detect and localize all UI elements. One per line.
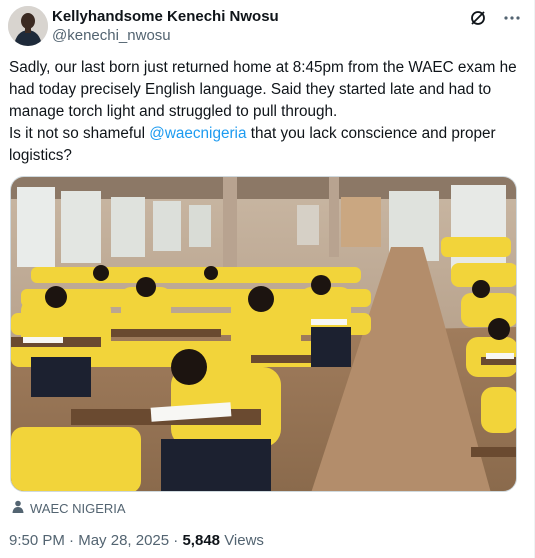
tweet-text-prefix: Is it not so shameful <box>9 125 150 142</box>
media-source[interactable]: WAEC NIGERIA <box>12 500 126 516</box>
views-label: Views <box>224 532 264 549</box>
more-icon[interactable] <box>502 8 522 28</box>
tweet-meta: 9:50 PM · May 28, 2025 · 5,848 Views <box>9 532 264 549</box>
tweet-card: Kellyhandsome Kenechi Nwosu @kenechi_nwo… <box>0 0 535 558</box>
tweet-text: Sadly, our last born just returned home … <box>9 57 519 167</box>
avatar[interactable] <box>8 6 48 46</box>
person-icon <box>12 500 24 516</box>
views-count: 5,848 <box>182 532 221 549</box>
tweet-header: Kellyhandsome Kenechi Nwosu @kenechi_nwo… <box>8 6 526 46</box>
mention-link[interactable]: @waecnigeria <box>149 125 246 142</box>
grok-icon[interactable] <box>468 8 488 28</box>
header-actions <box>468 8 522 28</box>
media-source-label: WAEC NIGERIA <box>30 500 126 516</box>
tweet-photo[interactable] <box>10 176 517 492</box>
tweet-time[interactable]: 9:50 PM <box>9 532 65 549</box>
author-handle[interactable]: @kenechi_nwosu <box>52 26 279 46</box>
author-display-name[interactable]: Kellyhandsome Kenechi Nwosu <box>52 8 279 26</box>
meta-separator-2: · <box>173 532 179 549</box>
meta-separator: · <box>69 532 75 549</box>
tweet-paragraph-2: Is it not so shameful @waecnigeria that … <box>9 123 519 167</box>
author-names: Kellyhandsome Kenechi Nwosu @kenechi_nwo… <box>52 8 279 46</box>
tweet-date[interactable]: May 28, 2025 <box>78 532 169 549</box>
tweet-paragraph-1: Sadly, our last born just returned home … <box>9 59 517 120</box>
